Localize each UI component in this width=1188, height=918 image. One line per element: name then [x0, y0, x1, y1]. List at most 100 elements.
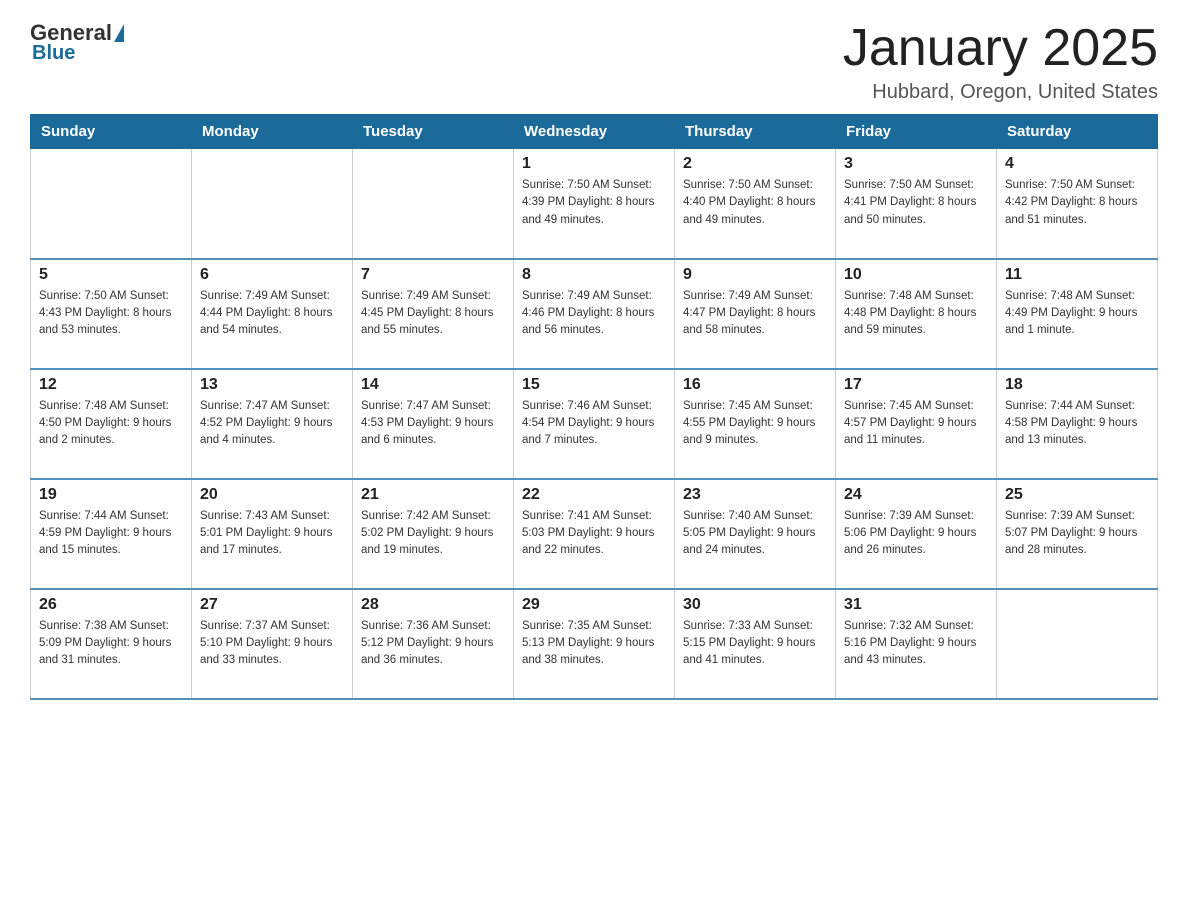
day-number: 7 [361, 266, 505, 284]
day-number: 27 [200, 596, 344, 614]
day-number: 4 [1005, 155, 1149, 173]
calendar-cell: 23 Sunrise: 7:40 AM Sunset: 5:05 PM Dayli… [675, 479, 836, 589]
day-info: Sunrise: 7:49 AM Sunset: 4:44 PM Dayligh… [200, 288, 344, 340]
day-of-week-header: Monday [192, 115, 353, 149]
day-number: 3 [844, 155, 988, 173]
day-number: 17 [844, 376, 988, 394]
day-number: 31 [844, 596, 988, 614]
title-block: January 2025 Hubbard, Oregon, United Sta… [843, 20, 1158, 104]
day-number: 25 [1005, 486, 1149, 504]
page-header: General Blue January 2025 Hubbard, Orego… [30, 20, 1158, 104]
day-info: Sunrise: 7:50 AM Sunset: 4:41 PM Dayligh… [844, 177, 988, 229]
day-info: Sunrise: 7:35 AM Sunset: 5:13 PM Dayligh… [522, 618, 666, 670]
day-info: Sunrise: 7:50 AM Sunset: 4:39 PM Dayligh… [522, 177, 666, 229]
day-info: Sunrise: 7:40 AM Sunset: 5:05 PM Dayligh… [683, 508, 827, 560]
day-info: Sunrise: 7:49 AM Sunset: 4:46 PM Dayligh… [522, 288, 666, 340]
day-number: 28 [361, 596, 505, 614]
day-number: 10 [844, 266, 988, 284]
calendar-cell: 27 Sunrise: 7:37 AM Sunset: 5:10 PM Dayli… [192, 589, 353, 699]
day-number: 30 [683, 596, 827, 614]
calendar-title: January 2025 [843, 20, 1158, 77]
day-number: 9 [683, 266, 827, 284]
day-number: 15 [522, 376, 666, 394]
day-info: Sunrise: 7:43 AM Sunset: 5:01 PM Dayligh… [200, 508, 344, 560]
calendar-week-row: 19 Sunrise: 7:44 AM Sunset: 4:59 PM Dayli… [31, 479, 1158, 589]
calendar-cell: 15Sunrise: 7:46 AM Sunset: 4:54 PM Dayli… [514, 369, 675, 479]
day-of-week-header: Sunday [31, 115, 192, 149]
calendar-cell: 7 Sunrise: 7:49 AM Sunset: 4:45 PM Daylig… [353, 259, 514, 369]
day-of-week-header: Tuesday [353, 115, 514, 149]
day-of-week-header: Thursday [675, 115, 836, 149]
day-info: Sunrise: 7:45 AM Sunset: 4:57 PM Dayligh… [844, 398, 988, 450]
day-info: Sunrise: 7:38 AM Sunset: 5:09 PM Dayligh… [39, 618, 183, 670]
day-info: Sunrise: 7:45 AM Sunset: 4:55 PM Dayligh… [683, 398, 827, 450]
calendar-cell: 16 Sunrise: 7:45 AM Sunset: 4:55 PM Dayli… [675, 369, 836, 479]
calendar-header-row: SundayMondayTuesdayWednesdayThursdayFrid… [31, 115, 1158, 149]
day-number: 16 [683, 376, 827, 394]
day-number: 14 [361, 376, 505, 394]
calendar-cell: 13Sunrise: 7:47 AM Sunset: 4:52 PM Dayli… [192, 369, 353, 479]
day-number: 11 [1005, 266, 1149, 284]
day-info: Sunrise: 7:44 AM Sunset: 4:59 PM Dayligh… [39, 508, 183, 560]
day-of-week-header: Wednesday [514, 115, 675, 149]
calendar-cell: 18Sunrise: 7:44 AM Sunset: 4:58 PM Dayli… [997, 369, 1158, 479]
calendar-cell: 6 Sunrise: 7:49 AM Sunset: 4:44 PM Daylig… [192, 259, 353, 369]
day-info: Sunrise: 7:48 AM Sunset: 4:50 PM Dayligh… [39, 398, 183, 450]
day-number: 26 [39, 596, 183, 614]
day-info: Sunrise: 7:37 AM Sunset: 5:10 PM Dayligh… [200, 618, 344, 670]
calendar-cell: 5 Sunrise: 7:50 AM Sunset: 4:43 PM Daylig… [31, 259, 192, 369]
calendar-table: SundayMondayTuesdayWednesdayThursdayFrid… [30, 114, 1158, 700]
day-number: 19 [39, 486, 183, 504]
day-number: 1 [522, 155, 666, 173]
logo-blue-text: Blue [32, 42, 75, 65]
calendar-cell [192, 149, 353, 259]
day-info: Sunrise: 7:42 AM Sunset: 5:02 PM Dayligh… [361, 508, 505, 560]
calendar-location: Hubbard, Oregon, United States [843, 81, 1158, 104]
calendar-cell: 22 Sunrise: 7:41 AM Sunset: 5:03 PM Dayli… [514, 479, 675, 589]
calendar-cell: 2Sunrise: 7:50 AM Sunset: 4:40 PM Daylig… [675, 149, 836, 259]
day-info: Sunrise: 7:49 AM Sunset: 4:47 PM Dayligh… [683, 288, 827, 340]
calendar-week-row: 26 Sunrise: 7:38 AM Sunset: 5:09 PM Dayli… [31, 589, 1158, 699]
day-info: Sunrise: 7:48 AM Sunset: 4:48 PM Dayligh… [844, 288, 988, 340]
calendar-cell: 14 Sunrise: 7:47 AM Sunset: 4:53 PM Dayli… [353, 369, 514, 479]
logo: General Blue [30, 20, 126, 65]
day-info: Sunrise: 7:49 AM Sunset: 4:45 PM Dayligh… [361, 288, 505, 340]
day-info: Sunrise: 7:33 AM Sunset: 5:15 PM Dayligh… [683, 618, 827, 670]
day-info: Sunrise: 7:47 AM Sunset: 4:53 PM Dayligh… [361, 398, 505, 450]
day-info: Sunrise: 7:32 AM Sunset: 5:16 PM Dayligh… [844, 618, 988, 670]
day-number: 29 [522, 596, 666, 614]
calendar-cell: 3 Sunrise: 7:50 AM Sunset: 4:41 PM Daylig… [836, 149, 997, 259]
day-number: 23 [683, 486, 827, 504]
calendar-cell: 25Sunrise: 7:39 AM Sunset: 5:07 PM Dayli… [997, 479, 1158, 589]
day-number: 5 [39, 266, 183, 284]
calendar-cell: 21 Sunrise: 7:42 AM Sunset: 5:02 PM Dayli… [353, 479, 514, 589]
day-number: 21 [361, 486, 505, 504]
day-number: 20 [200, 486, 344, 504]
calendar-cell: 31 Sunrise: 7:32 AM Sunset: 5:16 PM Dayli… [836, 589, 997, 699]
calendar-cell: 1 Sunrise: 7:50 AM Sunset: 4:39 PM Daylig… [514, 149, 675, 259]
day-number: 6 [200, 266, 344, 284]
calendar-cell [31, 149, 192, 259]
day-number: 8 [522, 266, 666, 284]
calendar-cell: 8 Sunrise: 7:49 AM Sunset: 4:46 PM Daylig… [514, 259, 675, 369]
logo-triangle-icon [114, 24, 124, 42]
day-number: 12 [39, 376, 183, 394]
day-info: Sunrise: 7:39 AM Sunset: 5:06 PM Dayligh… [844, 508, 988, 560]
calendar-cell [997, 589, 1158, 699]
day-number: 22 [522, 486, 666, 504]
calendar-cell: 12 Sunrise: 7:48 AM Sunset: 4:50 PM Dayli… [31, 369, 192, 479]
day-info: Sunrise: 7:36 AM Sunset: 5:12 PM Dayligh… [361, 618, 505, 670]
day-number: 2 [683, 155, 827, 173]
calendar-week-row: 12 Sunrise: 7:48 AM Sunset: 4:50 PM Dayli… [31, 369, 1158, 479]
day-info: Sunrise: 7:47 AM Sunset: 4:52 PM Dayligh… [200, 398, 344, 450]
calendar-cell: 29 Sunrise: 7:35 AM Sunset: 5:13 PM Dayli… [514, 589, 675, 699]
day-info: Sunrise: 7:44 AM Sunset: 4:58 PM Dayligh… [1005, 398, 1149, 450]
calendar-cell [353, 149, 514, 259]
day-info: Sunrise: 7:50 AM Sunset: 4:43 PM Dayligh… [39, 288, 183, 340]
calendar-cell: 17 Sunrise: 7:45 AM Sunset: 4:57 PM Dayli… [836, 369, 997, 479]
calendar-cell: 9 Sunrise: 7:49 AM Sunset: 4:47 PM Daylig… [675, 259, 836, 369]
day-info: Sunrise: 7:48 AM Sunset: 4:49 PM Dayligh… [1005, 288, 1149, 340]
calendar-cell: 20 Sunrise: 7:43 AM Sunset: 5:01 PM Dayli… [192, 479, 353, 589]
day-info: Sunrise: 7:41 AM Sunset: 5:03 PM Dayligh… [522, 508, 666, 560]
day-number: 24 [844, 486, 988, 504]
